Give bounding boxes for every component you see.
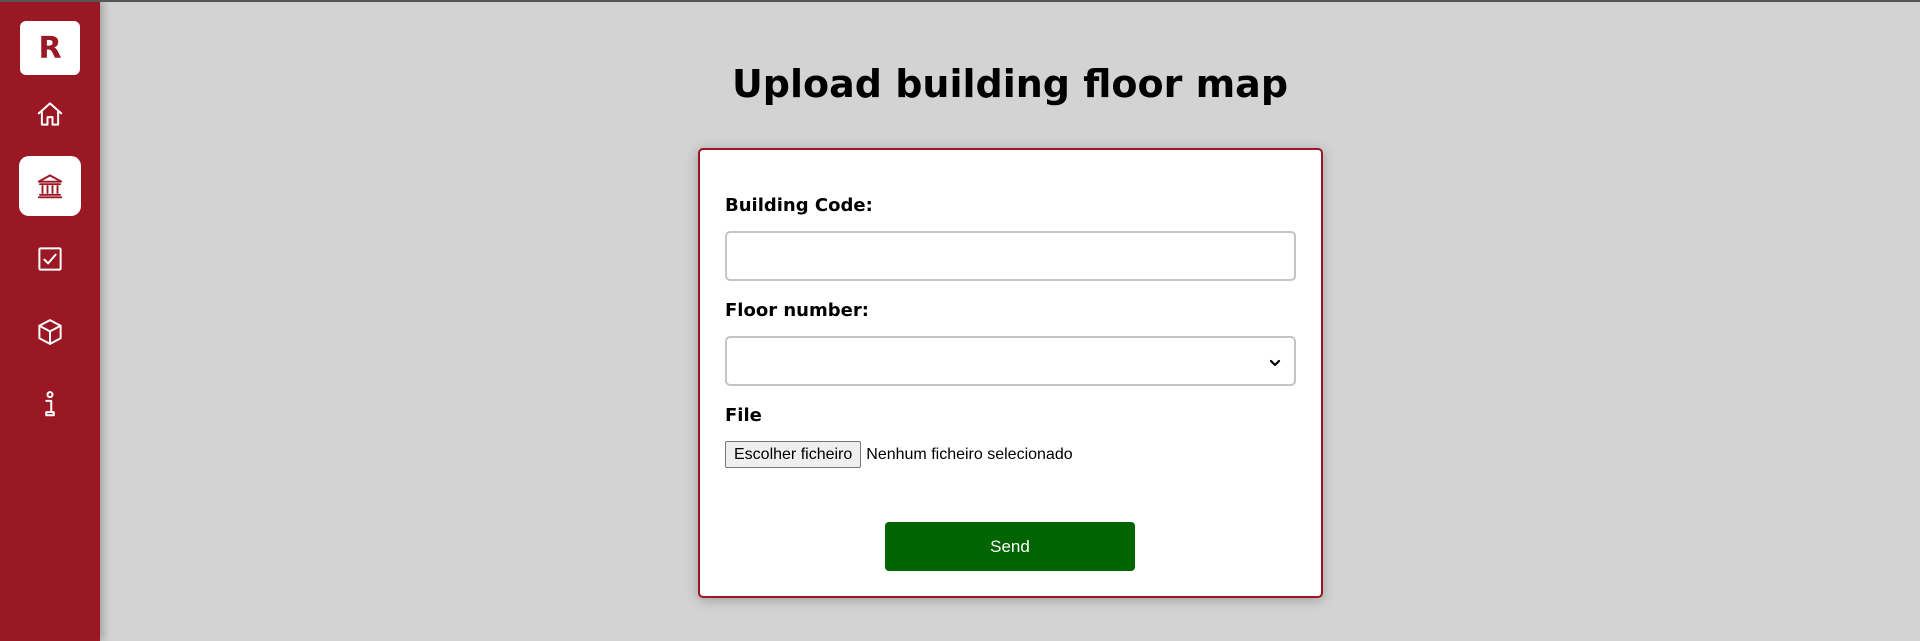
choose-file-button[interactable]: Escolher ficheiro: [725, 441, 862, 468]
home-icon: [37, 102, 63, 126]
main-content: Upload building floor map Building Code:…: [100, 0, 1920, 641]
file-label: File: [725, 405, 762, 426]
info-icon: [45, 391, 55, 417]
sidebar-item-tasks[interactable]: [19, 229, 81, 289]
sidebar: R: [0, 0, 100, 641]
building-code-input[interactable]: [725, 231, 1296, 281]
upload-floor-map-form: Building Code: Floor number: File Escolh…: [698, 148, 1323, 598]
app-logo[interactable]: R: [20, 21, 80, 75]
page-title: Upload building floor map: [731, 62, 1289, 106]
floor-number-label: Floor number:: [725, 300, 869, 321]
sidebar-item-3d-view[interactable]: [19, 302, 81, 362]
sidebar-item-buildings[interactable]: [19, 156, 81, 216]
file-input: Escolher ficheiro Nenhum ficheiro seleci…: [725, 441, 1073, 468]
file-status-text: Nenhum ficheiro selecionado: [866, 445, 1073, 463]
checkbox-icon: [38, 247, 62, 271]
top-border: [0, 0, 1920, 2]
bank-building-icon: [37, 174, 63, 199]
sidebar-item-info[interactable]: [19, 374, 81, 434]
logo-text: R: [38, 30, 62, 66]
cube-icon: [38, 319, 62, 345]
send-button[interactable]: Send: [885, 522, 1135, 571]
sidebar-item-home[interactable]: [19, 84, 81, 144]
building-code-label: Building Code:: [725, 195, 873, 216]
chevron-down-icon: [1269, 359, 1281, 367]
floor-number-select[interactable]: [725, 336, 1296, 386]
